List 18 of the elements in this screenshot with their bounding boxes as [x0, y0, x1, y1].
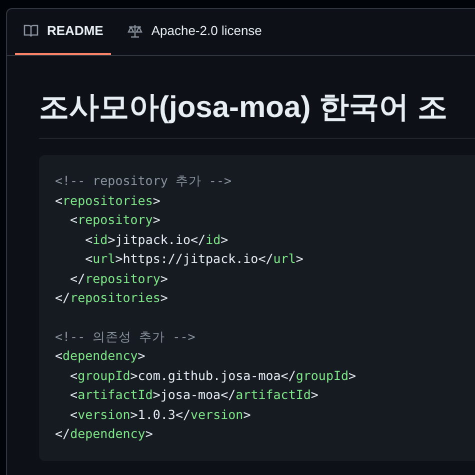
code-line: </repositories> [55, 289, 168, 307]
code-line: <url>https://jitpack.io</url> [84, 250, 304, 268]
code-line: <artifactId>josa-moa</artifactId> [69, 386, 318, 404]
code-line: <!-- 의존성 추가 --> [55, 328, 196, 346]
tab[interactable]: Apache-2.0 license [119, 8, 270, 55]
tab[interactable]: README [15, 8, 112, 55]
code-line: <repository> [69, 211, 160, 229]
readme-heading: 조사모아(josa-moa) 한국어 조 [39, 88, 475, 139]
scale-icon [127, 22, 144, 38]
code-line: <groupId>com.github.josa-moa</groupId> [69, 366, 356, 385]
code-line: <dependency> [55, 347, 146, 365]
code-line: <id>jitpack.io</id> [84, 230, 228, 249]
code-line: <!-- repository 추가 --> [55, 172, 232, 190]
book-icon [23, 22, 39, 38]
code-line: </dependency> [55, 425, 153, 443]
code-line: <repositories> [55, 192, 160, 210]
code-line: <version>1.0.3</version> [69, 406, 251, 424]
code-line: </repository> [69, 270, 168, 288]
